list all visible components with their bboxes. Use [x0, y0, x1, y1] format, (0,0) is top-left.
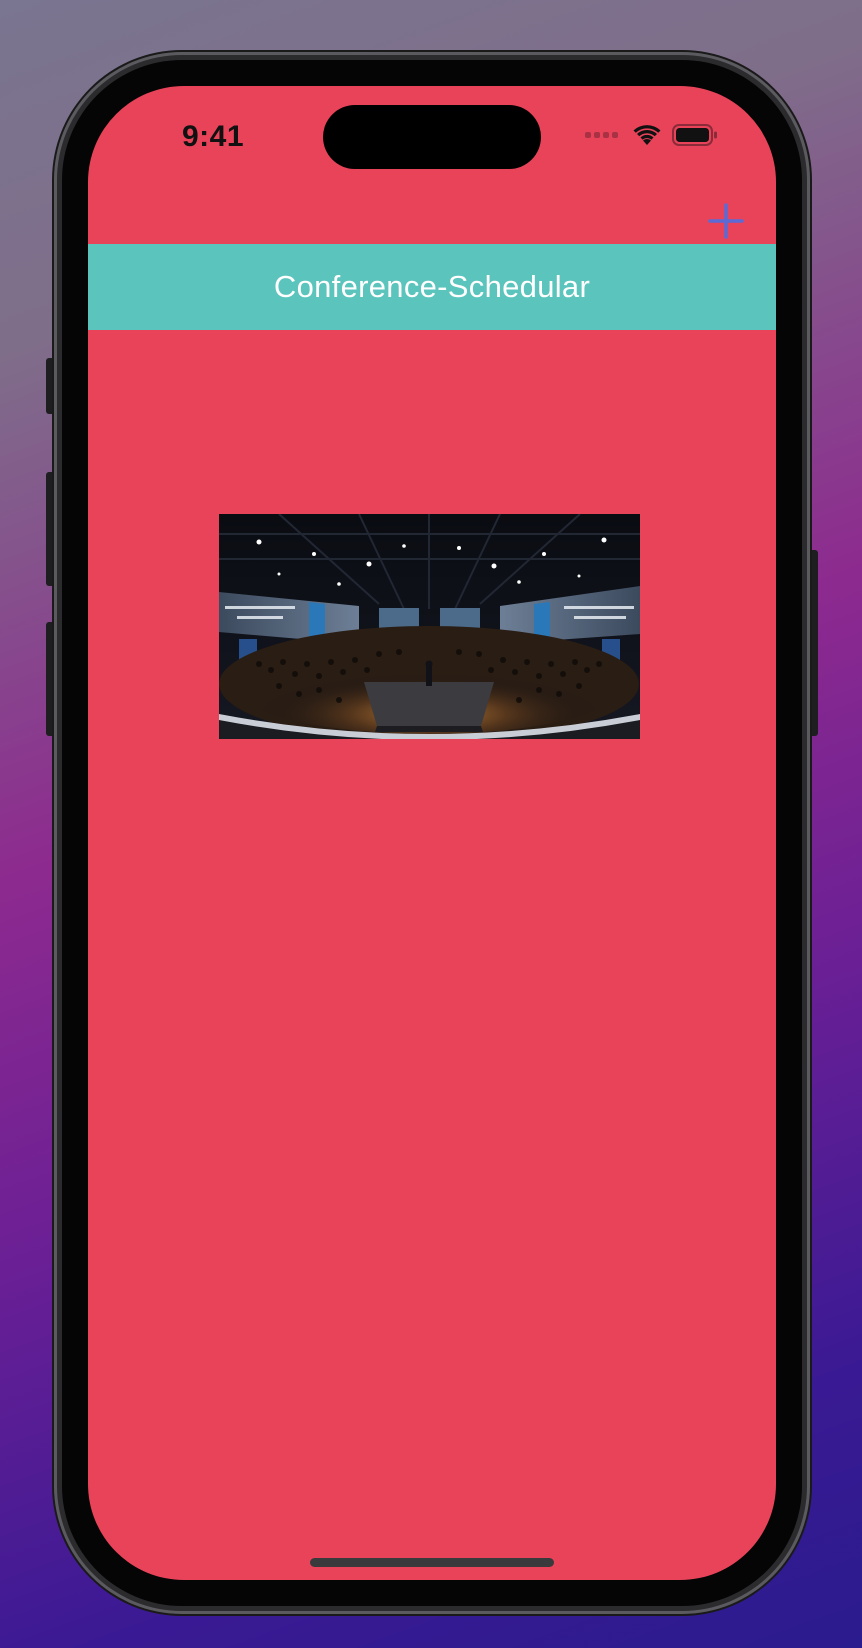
status-icons	[585, 122, 718, 148]
battery-icon	[672, 123, 718, 147]
wifi-icon	[632, 123, 662, 147]
home-indicator	[310, 1558, 554, 1567]
app-screen: 9:41 Conference-Schedular	[88, 86, 776, 1580]
page-title: Conference-Schedular	[273, 269, 591, 304]
dynamic-island	[323, 105, 541, 169]
conference-hall-photo	[219, 514, 640, 739]
status-time: 9:41	[182, 120, 245, 153]
cellular-signal-icon	[585, 132, 618, 138]
navigation-bar: Conference-Schedular	[88, 244, 776, 330]
plus-icon	[708, 203, 744, 239]
add-button[interactable]	[706, 201, 746, 241]
